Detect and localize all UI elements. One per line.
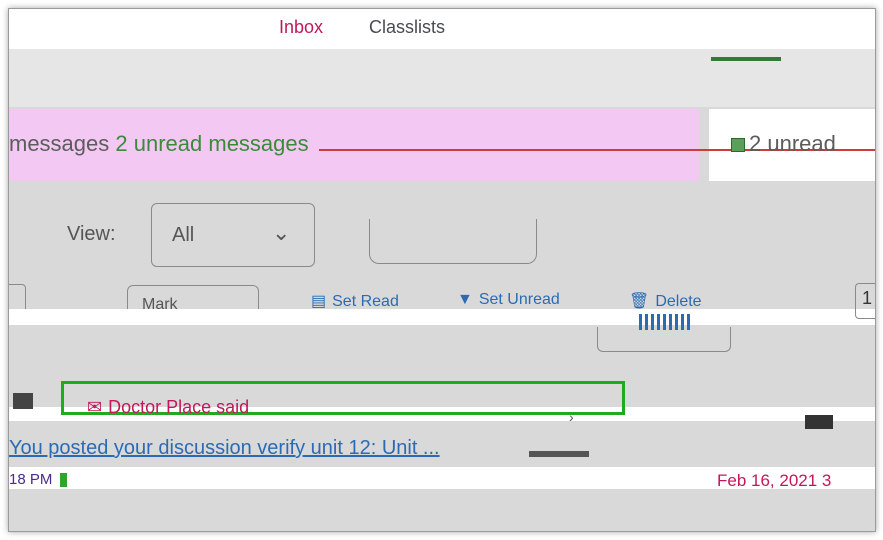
toolbar-strip bbox=[9, 309, 875, 325]
post-subject-link[interactable]: You posted your discussion verify unit 1… bbox=[9, 437, 440, 460]
unread-summary: 2 unread bbox=[731, 131, 836, 157]
item-time-label: 18 PM bbox=[9, 471, 53, 488]
view-select[interactable]: All ⌄ bbox=[151, 203, 315, 267]
post-progress-bar bbox=[529, 451, 589, 457]
delete-action[interactable]: 🗑 Delete bbox=[629, 291, 702, 311]
status-dot-icon bbox=[60, 473, 68, 488]
chevron-down-icon: ⌄ bbox=[272, 220, 291, 245]
nav-item-classlists[interactable]: Classlists bbox=[369, 17, 445, 38]
set-unread-label: Set Unread bbox=[478, 291, 560, 308]
view-label: View: bbox=[67, 223, 116, 245]
page-number[interactable]: 1 bbox=[855, 283, 875, 319]
post-subject-text: You posted your discussion verify unit 1… bbox=[9, 437, 440, 459]
page-size-select[interactable] bbox=[597, 327, 731, 352]
envelope-icon: ✉ bbox=[87, 397, 103, 417]
delete-label: Delete bbox=[655, 293, 702, 310]
attachment-chip bbox=[805, 415, 833, 429]
secondary-filter-select[interactable] bbox=[369, 219, 537, 264]
nav-item-inbox[interactable]: Inbox bbox=[279, 17, 323, 38]
messages-label: messages bbox=[9, 131, 110, 156]
top-navigation: Inbox Classlists bbox=[9, 9, 875, 49]
main-window: Inbox Classlists messages 2 unread messa… bbox=[8, 8, 876, 532]
active-tab-indicator bbox=[711, 57, 781, 61]
envelope-open-icon: ▤ bbox=[311, 293, 327, 310]
author-label: Doctor Place said bbox=[108, 397, 250, 417]
set-unread-action[interactable]: ▼ Set Unread bbox=[457, 291, 560, 309]
set-read-action[interactable]: ▤ Set Read bbox=[311, 291, 399, 311]
chevron-right-icon[interactable]: › bbox=[569, 409, 574, 425]
envelope-icon: ▼ bbox=[457, 291, 473, 308]
set-read-label: Set Read bbox=[332, 293, 399, 310]
mail-icon bbox=[731, 138, 745, 153]
unread-summary-label: 2 unread bbox=[749, 131, 836, 156]
item-date: Feb 16, 2021 3 bbox=[717, 471, 832, 490]
avatar bbox=[13, 393, 33, 409]
item-author[interactable]: ✉ Doctor Place said bbox=[87, 397, 249, 418]
unread-count[interactable]: 2 unread messages bbox=[115, 131, 308, 156]
item-time: 18 PM bbox=[9, 471, 68, 488]
unread-messages-text: messages 2 unread messages bbox=[9, 131, 309, 157]
view-select-value: All bbox=[172, 224, 195, 246]
trash-icon: 🗑 bbox=[629, 293, 650, 310]
page-number-label: 1 bbox=[862, 288, 873, 308]
